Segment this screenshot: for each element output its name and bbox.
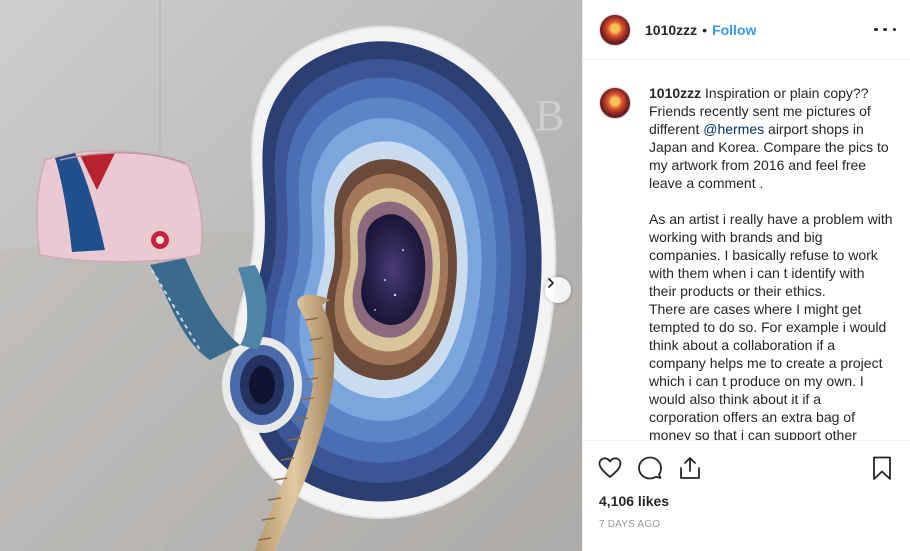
avatar[interactable] xyxy=(599,87,631,119)
avatar[interactable] xyxy=(599,13,631,46)
separator-dot: • xyxy=(702,21,708,38)
action-icons xyxy=(583,441,910,483)
svg-text:B: B xyxy=(535,91,564,140)
likes-count[interactable]: 4,106 likes xyxy=(583,483,910,509)
username-link[interactable]: 1010zzz xyxy=(645,22,697,38)
caption-text-2: airport shops in Japan and Korea. Compar… xyxy=(649,121,893,440)
post-panel: 1010zzz • Follow 1010zzz Inspiration or … xyxy=(582,0,910,551)
share-icon[interactable] xyxy=(677,455,703,481)
mention-link[interactable]: @hermes xyxy=(703,121,764,137)
follow-button[interactable]: Follow xyxy=(712,22,756,38)
caption: 1010zzz Inspiration or plain copy?? Frie… xyxy=(583,60,910,440)
post-image[interactable]: B xyxy=(0,0,582,551)
artwork-illustration: B xyxy=(0,0,582,551)
chevron-right-icon xyxy=(548,278,554,288)
caption-username[interactable]: 1010zzz xyxy=(649,85,701,101)
post-date[interactable]: 7 DAYS AGO xyxy=(583,509,910,530)
next-image-button[interactable] xyxy=(545,277,571,303)
heart-icon[interactable] xyxy=(597,455,623,481)
post-header: 1010zzz • Follow xyxy=(583,0,910,60)
comments-area[interactable]: 1010zzz Inspiration or plain copy?? Frie… xyxy=(583,60,910,440)
caption-body: 1010zzz Inspiration or plain copy?? Frie… xyxy=(649,84,893,440)
more-options-icon[interactable] xyxy=(874,20,896,40)
bookmark-icon[interactable] xyxy=(869,455,895,481)
actions-section: 4,106 likes 7 DAYS AGO xyxy=(583,440,910,551)
comment-icon[interactable] xyxy=(637,455,663,481)
